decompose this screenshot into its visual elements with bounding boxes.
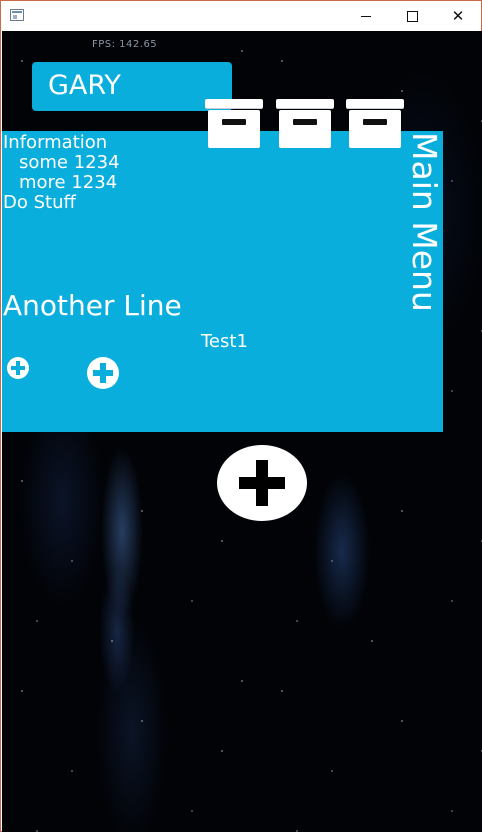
plus-icon bbox=[11, 361, 25, 375]
box-body bbox=[279, 110, 331, 148]
archive-box-group bbox=[205, 99, 407, 149]
info-line-some: some 1234 bbox=[19, 152, 120, 173]
plus-icon bbox=[239, 460, 285, 506]
box-lid bbox=[276, 99, 334, 108]
main-menu-title[interactable]: Main Menu bbox=[405, 132, 444, 312]
add-button-large[interactable] bbox=[217, 445, 307, 521]
add-button-small[interactable] bbox=[7, 357, 29, 379]
information-label: Information bbox=[3, 132, 108, 153]
test1-label: Test1 bbox=[201, 331, 248, 352]
box-handle bbox=[293, 119, 317, 125]
player-name: GARY bbox=[48, 70, 121, 101]
game-viewport: FPS: 142.65 GARY Information some 1234 m… bbox=[2, 31, 482, 832]
box-handle bbox=[222, 119, 246, 125]
close-button[interactable]: ✕ bbox=[435, 1, 481, 31]
title-bar[interactable]: ✕ bbox=[1, 1, 481, 31]
maximize-button[interactable] bbox=[389, 1, 435, 31]
archive-box-icon[interactable] bbox=[276, 99, 334, 149]
minimize-icon bbox=[361, 15, 371, 17]
archive-box-icon[interactable] bbox=[205, 99, 263, 149]
another-line-label: Another Line bbox=[3, 289, 182, 322]
box-lid bbox=[205, 99, 263, 108]
close-icon: ✕ bbox=[451, 7, 465, 25]
name-tab[interactable]: GARY bbox=[32, 62, 232, 111]
app-window: ✕ FPS: 142.65 GARY Information some 1234… bbox=[0, 0, 482, 832]
box-body bbox=[349, 110, 401, 148]
box-body bbox=[208, 110, 260, 148]
archive-box-icon[interactable] bbox=[346, 99, 404, 149]
maximize-icon bbox=[406, 10, 418, 22]
info-line-more: more 1234 bbox=[19, 172, 118, 193]
app-window-icon bbox=[10, 9, 24, 21]
minimize-button[interactable] bbox=[343, 1, 389, 31]
box-lid bbox=[346, 99, 404, 108]
main-menu-panel: Information some 1234 more 1234 Do Stuff… bbox=[2, 131, 443, 432]
fps-counter: FPS: 142.65 bbox=[92, 39, 158, 50]
plus-icon bbox=[93, 363, 113, 383]
box-handle bbox=[363, 119, 387, 125]
add-button-medium[interactable] bbox=[87, 357, 119, 389]
do-stuff-label[interactable]: Do Stuff bbox=[3, 192, 76, 213]
